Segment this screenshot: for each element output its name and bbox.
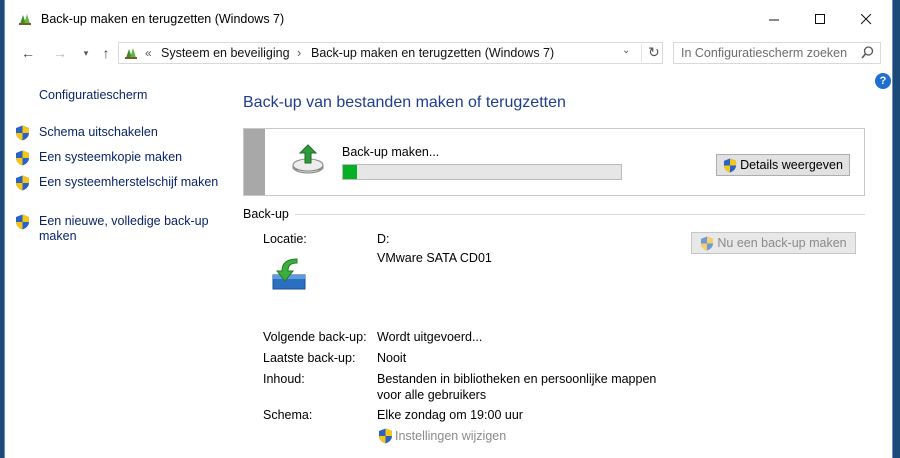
uac-shield-icon — [379, 428, 392, 444]
breadcrumb-overflow[interactable]: « — [145, 46, 152, 60]
contents-value-line2: voor alle gebruikers — [377, 388, 487, 402]
window-title: Back-up maken en terugzetten (Windows 7) — [41, 12, 285, 26]
location-drive: D: — [377, 232, 390, 246]
last-backup-value: Nooit — [377, 351, 407, 365]
task-label: Een systeemkopie maken — [39, 150, 183, 164]
backup-location-drive-icon — [272, 258, 306, 290]
task-disable-schedule[interactable]: Schema uitschakelen — [15, 125, 225, 141]
task-new-full-backup[interactable]: Een nieuwe, volledige back-up maken — [15, 214, 225, 246]
task-pane: Configuratiescherm Schema uitschakelen E… — [5, 70, 227, 458]
next-backup-label: Volgende back-up: — [263, 330, 367, 344]
arrow-left-icon: ← — [21, 45, 35, 61]
task-create-system-image[interactable]: Een systeemkopie maken — [15, 150, 225, 166]
page-title: Back-up van bestanden maken of terugzett… — [243, 94, 566, 111]
refresh-button[interactable]: ↻ — [641, 44, 660, 62]
recent-locations-button[interactable]: ▾ — [77, 44, 95, 62]
last-backup-label: Laatste back-up: — [263, 351, 356, 365]
location-label: Locatie: — [263, 232, 307, 246]
breadcrumb-system-security[interactable]: Systeem en beveiliging — [161, 46, 290, 60]
control-panel-window: Back-up maken en terugzetten (Windows 7)… — [4, 0, 893, 458]
backup-drive-icon — [292, 144, 324, 174]
backup-now-label: Nu een back-up maken — [717, 236, 847, 250]
search-input[interactable]: In Configuratiescherm zoeken — [673, 42, 881, 64]
minimize-icon — [768, 19, 779, 20]
uac-shield-icon — [16, 175, 29, 191]
uac-shield-icon — [16, 150, 29, 166]
backup-section-header: Back-up — [243, 207, 289, 221]
close-icon — [860, 13, 871, 24]
backup-app-icon — [19, 14, 31, 25]
search-placeholder: In Configuratiescherm zoeken — [681, 46, 848, 60]
refresh-icon: ↻ — [648, 44, 660, 60]
panel-strip — [244, 129, 265, 195]
change-settings-label: Instellingen wijzigen — [395, 429, 507, 443]
close-button[interactable] — [843, 0, 889, 38]
location-name: VMware SATA CD01 — [377, 251, 492, 265]
arrow-up-icon: ↑ — [102, 45, 110, 61]
control-panel-home-link[interactable]: Configuratiescherm — [39, 88, 147, 102]
progress-label: Back-up maken... — [342, 145, 440, 159]
next-backup-value: Wordt uitgevoerd... — [377, 330, 483, 344]
uac-shield-icon — [16, 125, 29, 141]
chevron-down-icon: ▾ — [83, 47, 89, 58]
task-label: Schema uitschakelen — [39, 125, 158, 139]
maximize-button[interactable] — [797, 0, 843, 38]
contents-label: Inhoud: — [263, 372, 305, 386]
backup-progress-bar — [342, 164, 622, 180]
address-dropdown-button[interactable]: ⌄ — [622, 45, 630, 56]
forward-button[interactable]: → — [51, 44, 69, 62]
task-create-recovery-disc[interactable]: Een systeemherstelschijf maken — [15, 175, 225, 207]
help-icon[interactable]: ? — [875, 73, 891, 89]
show-details-label: Details weergeven — [740, 158, 843, 172]
maximize-icon — [814, 13, 825, 24]
section-divider — [295, 214, 865, 215]
show-details-button[interactable]: Details weergeven — [716, 154, 850, 176]
uac-shield-icon — [724, 158, 737, 172]
breadcrumb-separator[interactable]: › — [297, 46, 301, 60]
schedule-value: Elke zondag om 19:00 uur — [377, 408, 523, 422]
change-settings-link[interactable]: Instellingen wijzigen — [378, 428, 506, 444]
control-panel-icon — [125, 48, 137, 59]
breadcrumb-backup-restore[interactable]: Back-up maken en terugzetten (Windows 7) — [311, 46, 554, 60]
minimize-button[interactable] — [751, 0, 797, 38]
arrow-right-icon: → — [53, 45, 67, 61]
backup-now-button[interactable]: Nu een back-up maken — [691, 232, 856, 254]
uac-shield-icon — [16, 214, 29, 230]
search-icon — [861, 46, 874, 59]
chevron-down-icon: ⌄ — [622, 45, 631, 56]
back-button[interactable]: ← — [19, 44, 37, 62]
progress-fill — [343, 165, 357, 179]
navigation-bar: ← → ▾ ↑ « Systeem en beveiliging › Back-… — [5, 38, 892, 68]
title-bar: Back-up maken en terugzetten (Windows 7) — [5, 0, 892, 38]
task-label: Een systeemherstelschijf maken — [39, 175, 219, 189]
uac-shield-icon — [701, 236, 714, 250]
schedule-label: Schema: — [263, 408, 313, 422]
up-button[interactable]: ↑ — [97, 44, 115, 62]
contents-value-line1: Bestanden in bibliotheken en persoonlijk… — [377, 372, 657, 386]
task-label: Een nieuwe, volledige back-up maken — [39, 214, 209, 243]
address-bar[interactable]: « Systeem en beveiliging › Back-up maken… — [118, 42, 663, 64]
